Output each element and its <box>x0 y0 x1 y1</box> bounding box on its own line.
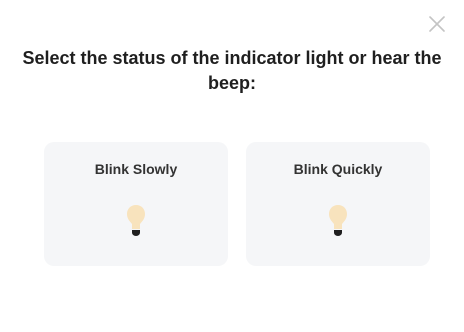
indicator-status-dialog: Select the status of the indicator light… <box>0 0 464 332</box>
dialog-title: Select the status of the indicator light… <box>22 48 442 93</box>
light-bulb-icon <box>127 205 145 236</box>
option-list: Blink Slowly Blink Quickly <box>44 142 432 266</box>
close-icon <box>429 16 445 32</box>
option-blink-slowly[interactable]: Blink Slowly <box>44 142 228 266</box>
close-button[interactable] <box>426 13 448 35</box>
light-bulb-icon <box>329 205 347 236</box>
option-label: Blink Quickly <box>293 161 383 177</box>
option-label: Blink Slowly <box>94 161 178 177</box>
option-blink-quickly[interactable]: Blink Quickly <box>246 142 430 266</box>
